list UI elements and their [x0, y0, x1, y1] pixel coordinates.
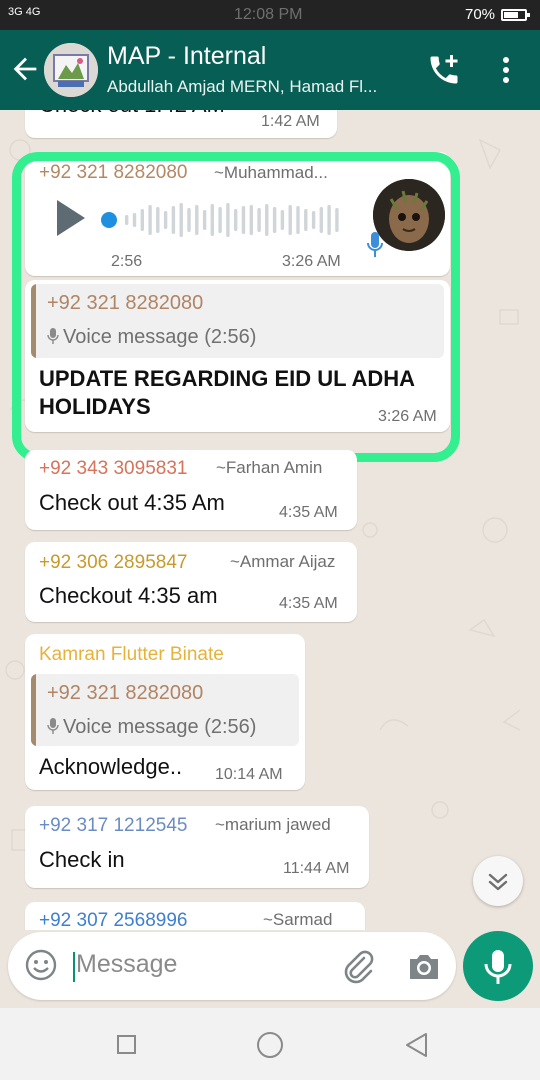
mic-small-icon	[47, 718, 59, 734]
recent-apps-button[interactable]	[117, 1035, 136, 1054]
sender-phone[interactable]: +92 317 1212545	[39, 815, 187, 837]
more-menu-icon[interactable]	[496, 52, 516, 88]
chat-area[interactable]: Check out 1:42 AM 1:42 AM +92 321 828208…	[0, 110, 540, 930]
quoted-sender: +92 321 8282080	[47, 682, 204, 704]
chat-header: MAP - Internal Abdullah Amjad MERN, Hama…	[0, 30, 540, 110]
reply-message-bubble[interactable]: Kamran Flutter Binate +92 321 8282080 Vo…	[25, 634, 305, 790]
message-time: 4:35 AM	[279, 504, 338, 521]
signal-indicator: 3G 4G	[8, 6, 41, 18]
add-call-icon[interactable]	[426, 52, 462, 88]
quoted-text: Voice message (2:56)	[63, 716, 257, 738]
sender-phone[interactable]: +92 343 3095831	[39, 458, 187, 480]
message-bubble[interactable]: Check out 1:42 AM 1:42 AM	[25, 110, 337, 138]
chat-subtitle[interactable]: Abdullah Amjad MERN, Hamad Fl...	[107, 77, 407, 97]
message-text: Check in	[39, 847, 125, 872]
emoji-icon[interactable]	[24, 948, 58, 982]
voice-record-button[interactable]	[463, 931, 533, 1001]
message-composer: Message	[8, 932, 456, 1000]
chat-title[interactable]: MAP - Internal	[107, 42, 266, 71]
message-input[interactable]: Message	[76, 950, 177, 979]
mic-icon	[484, 950, 512, 984]
message-text: Checkout 4:35 am	[39, 583, 218, 608]
sender-alias: ~marium jawed	[215, 815, 331, 834]
status-time: 12:08 PM	[234, 6, 303, 23]
double-chevron-down-icon	[488, 873, 508, 891]
scroll-to-bottom-button[interactable]	[473, 856, 523, 906]
sender-phone[interactable]: +92 306 2895847	[39, 552, 187, 574]
message-time: 1:42 AM	[261, 113, 320, 130]
message-bubble[interactable]: +92 307 2568996 ~Sarmad	[25, 902, 365, 930]
status-bar: 3G 4G 12:08 PM 70%	[0, 0, 540, 30]
quoted-message[interactable]: +92 321 8282080 Voice message (2:56)	[31, 674, 299, 746]
sender-alias: ~Sarmad	[263, 910, 333, 929]
message-time: 4:35 AM	[279, 595, 338, 612]
message-text: Acknowledge..	[39, 754, 183, 779]
text-cursor	[73, 952, 75, 982]
highlight-annotation	[12, 152, 460, 462]
message-time: 10:14 AM	[215, 766, 283, 783]
battery-percent: 70%	[465, 6, 496, 23]
quoted-text-row: Voice message (2:56)	[47, 716, 256, 739]
system-nav-bar	[0, 1008, 540, 1080]
attach-icon[interactable]	[340, 948, 376, 984]
message-bubble[interactable]: +92 343 3095831 ~Farhan Amin Check out 4…	[25, 450, 357, 530]
camera-icon[interactable]	[406, 949, 442, 983]
message-text: Check out 1:42 AM	[39, 110, 225, 118]
message-text: Check out 4:35 Am	[39, 490, 225, 515]
group-avatar[interactable]	[44, 43, 98, 97]
battery-icon	[501, 9, 530, 21]
sender-phone[interactable]: +92 307 2568996	[39, 910, 187, 930]
sender-alias: ~Ammar Aijaz	[230, 552, 336, 571]
back-arrow-icon[interactable]	[8, 52, 42, 86]
sender-name[interactable]: Kamran Flutter Binate	[39, 644, 224, 666]
battery-fill	[504, 12, 518, 18]
message-bubble[interactable]: +92 306 2895847 ~Ammar Aijaz Checkout 4:…	[25, 542, 357, 622]
message-time: 11:44 AM	[283, 860, 350, 877]
quote-bar	[31, 674, 36, 746]
sender-alias: ~Farhan Amin	[216, 458, 323, 477]
home-button[interactable]	[257, 1032, 283, 1058]
back-button[interactable]	[402, 1031, 430, 1059]
message-bubble[interactable]: +92 317 1212545 ~marium jawed Check in 1…	[25, 806, 369, 888]
